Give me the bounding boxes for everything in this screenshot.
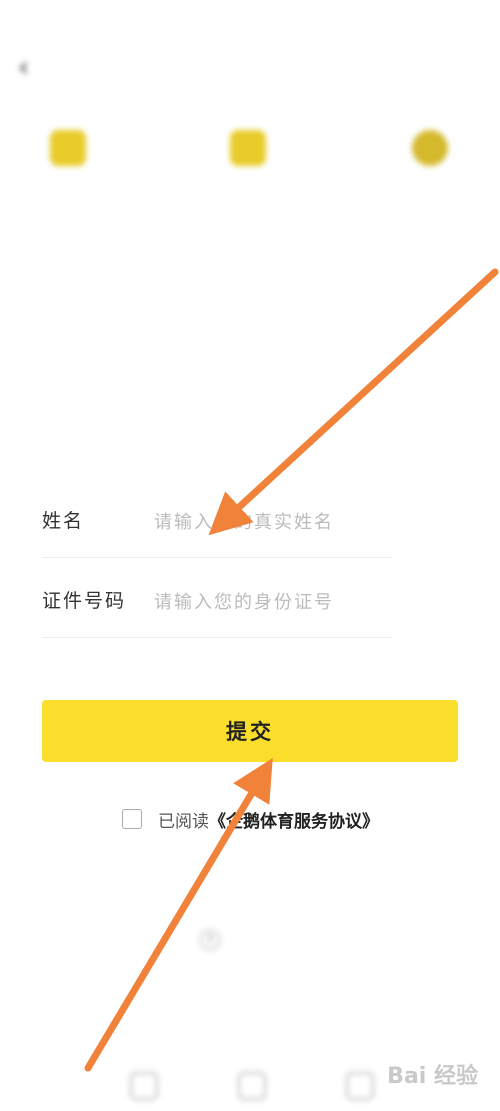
arrow-to-name-input	[208, 268, 499, 536]
annotation-arrows	[84, 268, 499, 1072]
arrow-to-submit	[84, 757, 273, 1072]
